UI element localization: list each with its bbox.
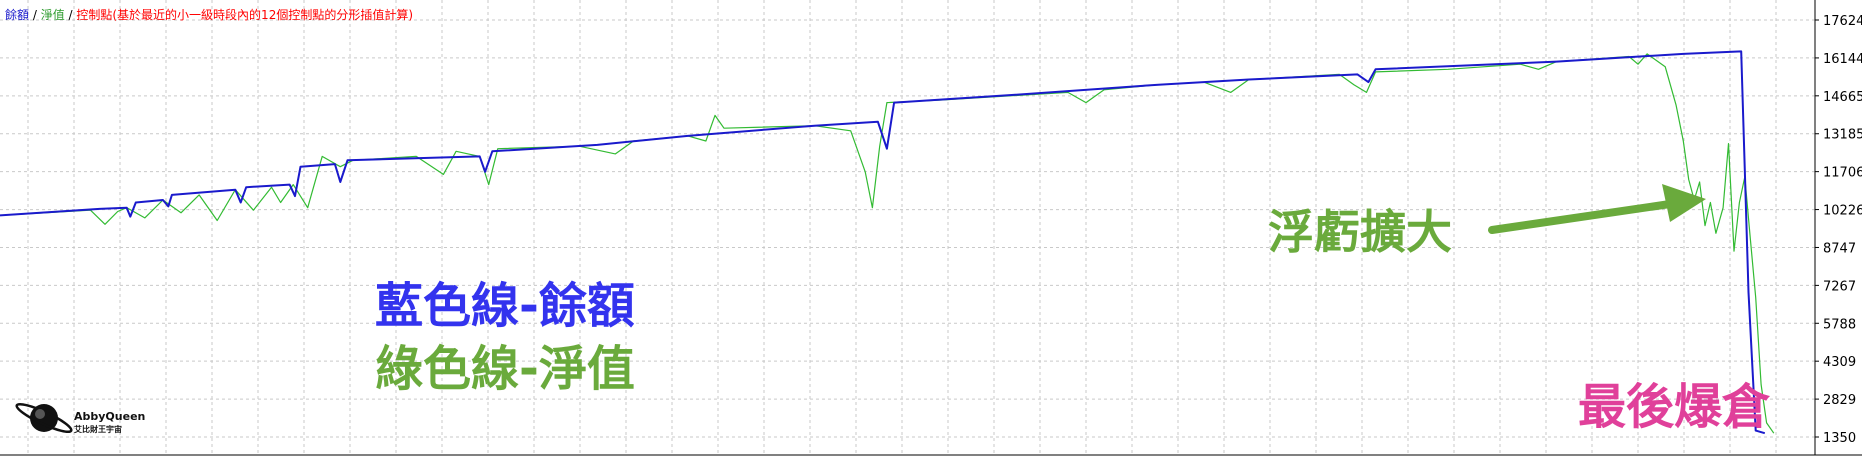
legend-control-points: 控制點(基於最近的小一級時段內的12個控制點的分形插值計算)	[76, 7, 413, 22]
y-tick-label: 11706	[1823, 166, 1862, 181]
abbyqueen-logo: AbbyQueen 艾比財王宇宙	[15, 402, 145, 434]
planet-icon	[15, 402, 73, 434]
y-tick-label: 1350	[1823, 431, 1856, 446]
legend: 餘額 / 淨值 / 控制點(基於最近的小一級時段內的12個控制點的分形插值計算)	[5, 7, 413, 22]
y-tick-label: 17624	[1823, 14, 1862, 29]
y-tick-label: 16144	[1823, 52, 1862, 67]
y-tick-label: 5788	[1823, 317, 1856, 332]
y-tick-label: 13185	[1823, 128, 1862, 143]
y-axis-ticks: 17624 16144 14665 13185 11706 10226 8747 7267 57…	[1815, 14, 1862, 446]
y-tick-label: 14665	[1823, 90, 1862, 105]
y-tick-label: 10226	[1823, 204, 1862, 219]
annotation-floating-loss: 浮虧擴大	[1268, 205, 1452, 259]
equity-series-line	[0, 53, 1775, 434]
y-tick-label: 4309	[1823, 355, 1856, 370]
logo-line-2: 艾比財王宇宙	[74, 424, 122, 434]
annotation-blowup: 最後爆倉	[1578, 379, 1771, 435]
legend-sep-1: /	[29, 8, 41, 22]
chart-grid	[0, 0, 1815, 455]
y-tick-label: 2829	[1823, 393, 1856, 408]
annotation-green-line: 綠色線-淨值	[375, 341, 635, 397]
chart-series	[0, 50, 1775, 435]
logo-line-1: AbbyQueen	[74, 410, 145, 423]
equity-chart: 17624 16144 14665 13185 11706 10226 8747 7267 57…	[0, 0, 1862, 456]
y-tick-label: 8747	[1823, 241, 1856, 256]
y-tick-label: 7267	[1823, 279, 1856, 294]
annotation-blue-line: 藍色線-餘額	[375, 278, 635, 334]
legend-equity: 淨值	[41, 7, 65, 22]
legend-balance: 餘額	[5, 7, 29, 22]
legend-sep-2: /	[65, 8, 77, 22]
arrow-icon	[1488, 184, 1706, 234]
